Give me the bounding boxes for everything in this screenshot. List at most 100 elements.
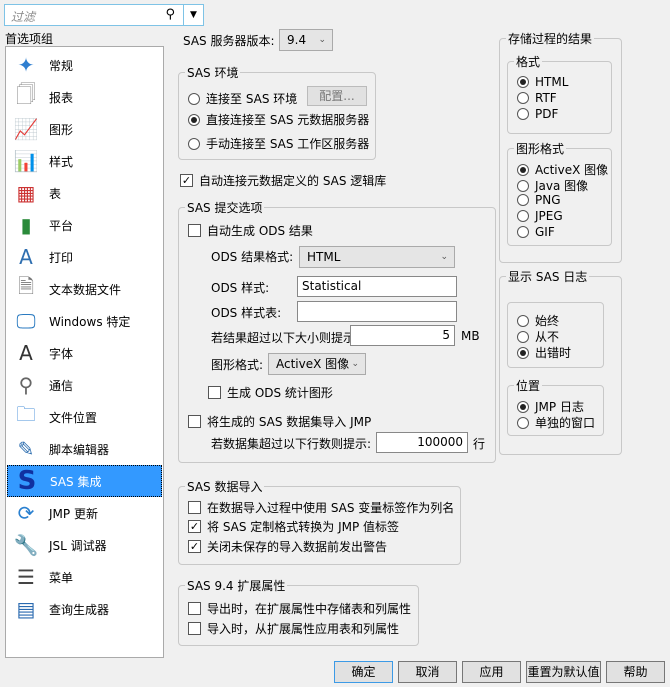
sidebar-item[interactable]: ☰ 菜单 <box>7 561 162 593</box>
radio-format-pdf[interactable]: PDF <box>517 107 558 121</box>
autoconnect-checkbox[interactable]: ✓ 自动连接元数据定义的 SAS 逻辑库 <box>180 172 386 189</box>
sidebar-item[interactable]: ⟳ JMP 更新 <box>7 497 162 529</box>
apply-button[interactable]: 应用 <box>462 661 521 683</box>
sidebar-item[interactable]: S SAS 集成 <box>7 465 162 497</box>
sas-environment-group: SAS 环境 连接至 SAS 环境 配置... 直接连接至 SAS 元数据服务器… <box>178 64 376 160</box>
sidebar-item-label: 打印 <box>49 250 74 265</box>
radio-log-on-error[interactable]: 出错时 <box>517 344 571 361</box>
export-ext-checkbox[interactable]: 导出时，在扩展属性中存储表和列属性 <box>188 600 411 617</box>
radio-separate-window[interactable]: 单独的窗口 <box>517 414 595 431</box>
sidebar-item[interactable]: 🖵 Windows 特定 <box>7 305 162 337</box>
help-button[interactable]: 帮助 <box>606 661 665 683</box>
import-ext-checkbox[interactable]: 导入时，从扩展属性应用表和列属性 <box>188 620 399 637</box>
sidebar-item-label: 样式 <box>49 154 74 169</box>
sidebar-item-label: SAS 集成 <box>50 474 102 489</box>
rows-prompt-label: 若数据集超过以下行数则提示: <box>211 437 372 451</box>
sidebar-item[interactable]: 🔧 JSL 调试器 <box>7 529 162 561</box>
chevron-down-icon[interactable]: ▼ <box>183 5 203 25</box>
stored-process-results-group: 存储过程的结果 格式 HTML RTF PDF 图形格式 ActiveX 图像 … <box>499 30 622 263</box>
size-input[interactable]: 5 <box>350 325 455 346</box>
sidebar-item[interactable]: ✦ 常规 <box>7 49 162 81</box>
ods-stylesheet-input[interactable] <box>297 301 457 322</box>
ods-style-input[interactable]: Statistical <box>297 276 457 297</box>
server-version-value: 9.4 <box>287 33 307 47</box>
table-icon: ▦ <box>16 181 36 205</box>
radio-jmp-log[interactable]: JMP 日志 <box>517 398 584 415</box>
show-log-options: 始终 从不 出错时 <box>507 302 604 368</box>
search-icon[interactable]: ⚲ <box>165 7 175 22</box>
sas-data-import-group: SAS 数据导入 在数据导入过程中使用 SAS 变量标签作为列名 ✓ 将 SAS … <box>178 478 461 565</box>
server-version-select[interactable]: 9.4 ⌄ <box>279 29 333 51</box>
reset-defaults-button[interactable]: 重置为默认值 <box>526 661 601 683</box>
update-icon: ⟳ <box>17 501 35 525</box>
sidebar-item-label: 查询生成器 <box>49 602 110 617</box>
sidebar-item-label: 报表 <box>49 90 74 105</box>
sidebar-item[interactable]: 📊 样式 <box>7 145 162 177</box>
use-labels-checkbox[interactable]: 在数据导入过程中使用 SAS 变量标签作为列名 <box>188 499 454 516</box>
sidebar-item-label: Windows 特定 <box>49 314 131 329</box>
radio-format-html[interactable]: HTML <box>517 75 568 89</box>
chevron-down-icon: ⌄ <box>440 252 448 262</box>
sidebar-item[interactable]: ▦ 表 <box>7 177 162 209</box>
radio-metadata-server[interactable]: 直接连接至 SAS 元数据服务器 <box>188 111 369 128</box>
sidebar-item[interactable]: A 打印 <box>7 241 162 273</box>
sidebar-item[interactable]: A 字体 <box>7 337 162 369</box>
server-version-label: SAS 服务器版本: <box>183 34 275 48</box>
menu-icon: ☰ <box>17 565 35 589</box>
sas-extended-attributes-group: SAS 9.4 扩展属性 导出时，在扩展属性中存储表和列属性 导入时，从扩展属性… <box>178 577 419 646</box>
jmp-person-icon: ✦ <box>17 53 35 77</box>
radio-graph-jpeg[interactable]: JPEG <box>517 209 563 223</box>
cancel-button[interactable]: 取消 <box>398 661 457 683</box>
radio-log-never[interactable]: 从不 <box>517 328 559 345</box>
report-icon: 🗍 <box>16 82 36 106</box>
sidebar-item[interactable]: ⚲ 通信 <box>7 369 162 401</box>
import-dataset-checkbox[interactable]: 将生成的 SAS 数据集导入 JMP <box>188 413 371 430</box>
sidebar-item-label: 文件位置 <box>49 410 98 425</box>
ods-style-label: ODS 样式: <box>211 281 270 295</box>
radio-workspace-server[interactable]: 手动连接至 SAS 工作区服务器 <box>188 135 369 152</box>
radio-graph-png[interactable]: PNG <box>517 193 561 207</box>
sidebar-item[interactable]: 🗍 报表 <box>7 81 162 113</box>
radio-graph-activex[interactable]: ActiveX 图像 <box>517 161 608 178</box>
chevron-down-icon: ⌄ <box>351 359 359 369</box>
radio-format-rtf[interactable]: RTF <box>517 91 557 105</box>
radio-graph-java[interactable]: Java 图像 <box>517 177 588 194</box>
graph-format-select[interactable]: ActiveX 图像 ⌄ <box>268 353 366 375</box>
sidebar-item[interactable]: 🗀 文件位置 <box>7 401 162 433</box>
radio-connect-env[interactable]: 连接至 SAS 环境 <box>188 90 297 107</box>
ok-button[interactable]: 确定 <box>334 661 393 683</box>
radio-graph-gif[interactable]: GIF <box>517 225 555 239</box>
font-icon: A <box>19 341 33 365</box>
txt-file-icon: 🗎 <box>17 274 35 298</box>
sidebar-item-label: 菜单 <box>49 570 74 585</box>
size-prompt-label: 若结果超过以下大小则提示: <box>211 331 360 345</box>
query-builder-icon: ▤ <box>16 597 36 621</box>
preference-group-list[interactable]: ✦ 常规 🗍 报表 📈 图形 📊 样式 ▦ 表 ▮ 平台 A 打印 🗎 文本数据文件 🖵 Windows 特定 A 字… <box>5 46 164 658</box>
sidebar-item[interactable]: ✎ 脚本编辑器 <box>7 433 162 465</box>
sidebar-item-label: 图形 <box>49 122 74 137</box>
sidebar-item[interactable]: ▤ 查询生成器 <box>7 593 162 625</box>
platform-icon: ▮ <box>20 213 32 237</box>
warn-unsaved-checkbox[interactable]: ✓ 关闭未保存的导入数据前发出警告 <box>188 538 387 555</box>
ods-format-select[interactable]: HTML ⌄ <box>299 246 455 268</box>
rows-input[interactable]: 100000 <box>376 432 468 453</box>
graph-icon: 📈 <box>13 117 39 141</box>
configure-button[interactable]: 配置... <box>307 86 367 106</box>
sidebar-item-label: 字体 <box>49 346 74 361</box>
auto-ods-checkbox[interactable]: 自动生成 ODS 结果 <box>188 222 313 239</box>
sidebar-item[interactable]: 🗎 文本数据文件 <box>7 273 162 305</box>
monitor-icon: 🖵 <box>16 309 36 333</box>
filter-input[interactable]: 过滤 ⚲ ▼ <box>4 4 204 26</box>
sidebar-item[interactable]: ▮ 平台 <box>7 209 162 241</box>
ods-stat-graphics-checkbox[interactable]: 生成 ODS 统计图形 <box>208 384 333 401</box>
sidebar-item[interactable]: 📈 图形 <box>7 113 162 145</box>
sidebar-item-label: 表 <box>49 186 62 201</box>
sidebar-item-label: 通信 <box>49 378 74 393</box>
script-editor-icon: ✎ <box>17 437 35 461</box>
convert-formats-checkbox[interactable]: ✓ 将 SAS 定制格式转换为 JMP 值标签 <box>188 518 399 535</box>
group-title: SAS 环境 <box>185 64 241 81</box>
radio-log-always[interactable]: 始终 <box>517 312 559 329</box>
group-title: SAS 提交选项 <box>185 199 265 216</box>
sidebar-title: 首选项组 <box>5 32 54 46</box>
sidebar-item-label: JSL 调试器 <box>49 538 107 553</box>
